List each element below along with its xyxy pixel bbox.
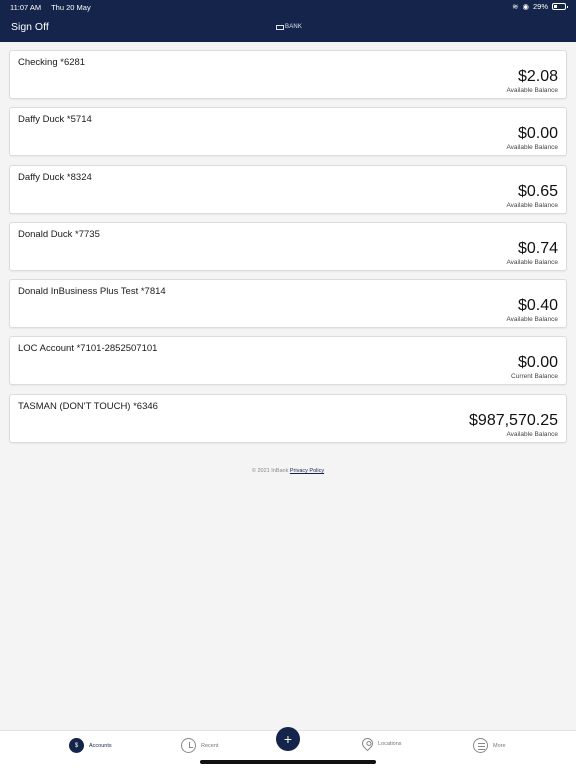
account-name: TASMAN (DON'T TOUCH) *6346 bbox=[18, 400, 158, 412]
balance-label: Available Balance bbox=[506, 201, 558, 209]
location-pin-icon bbox=[359, 735, 376, 752]
copyright-text: © 2021 InBank bbox=[251, 468, 289, 474]
balance-label: Current Balance bbox=[511, 373, 558, 381]
status-date: Thu 20 May bbox=[51, 3, 91, 12]
account-balance: $0.00 bbox=[517, 125, 558, 143]
logo-mark-icon bbox=[276, 24, 284, 30]
account-name: Checking *6281 bbox=[18, 57, 86, 68]
bank-logo: BANK bbox=[276, 24, 302, 30]
wifi-icon: ≋ bbox=[512, 2, 519, 11]
account-card[interactable]: Donald InBusiness Plus Test *7814 $0.40 … bbox=[9, 279, 567, 329]
balance-label: Available Balance bbox=[506, 430, 558, 438]
account-card[interactable]: Checking *6281 $2.08 Available Balance bbox=[9, 50, 567, 99]
tab-more[interactable]: More bbox=[473, 738, 506, 753]
app-header: 11:07 AM Thu 20 May ≋ ◉ 29% Sign Off BAN… bbox=[0, 0, 576, 42]
balance-label: Available Balance bbox=[506, 144, 558, 152]
status-time: 11:07 AM bbox=[10, 3, 42, 12]
tab-locations[interactable]: Locations bbox=[359, 735, 402, 752]
account-name: Donald Duck *7735 bbox=[18, 228, 100, 240]
account-balance: $987,570.25 bbox=[469, 411, 558, 429]
home-indicator[interactable] bbox=[200, 760, 376, 764]
page-footer: © 2021 InBank Privacy Policy bbox=[0, 468, 576, 474]
balance-label: Available Balance bbox=[506, 87, 558, 94]
add-button[interactable]: + bbox=[276, 727, 300, 751]
dollar-icon: $ bbox=[69, 738, 84, 753]
account-name: Daffy Duck *8324 bbox=[18, 171, 92, 183]
balance-label: Available Balance bbox=[506, 258, 558, 266]
account-card[interactable]: Daffy Duck *5714 $0.00 Available Balance bbox=[9, 107, 567, 157]
account-card[interactable]: Daffy Duck *8324 $0.65 Available Balance bbox=[9, 164, 567, 214]
tab-recent[interactable]: Recent bbox=[181, 738, 218, 753]
status-bar: 11:07 AM Thu 20 May bbox=[10, 3, 99, 12]
account-balance: $0.65 bbox=[517, 182, 558, 200]
menu-icon bbox=[473, 738, 488, 753]
location-icon: ◉ bbox=[522, 2, 529, 11]
account-card[interactable]: LOC Account *7101-2852507101 $0.00 Curre… bbox=[9, 336, 567, 386]
sign-off-button[interactable]: Sign Off bbox=[11, 21, 49, 33]
account-balance: $0.74 bbox=[517, 239, 558, 257]
tab-more-label: More bbox=[493, 742, 506, 749]
tab-locations-label: Locations bbox=[378, 740, 402, 747]
account-list: Checking *6281 $2.08 Available Balance D… bbox=[9, 50, 567, 451]
account-name: Daffy Duck *5714 bbox=[18, 114, 92, 126]
tab-accounts[interactable]: $ Accounts bbox=[69, 738, 112, 753]
account-name: Donald InBusiness Plus Test *7814 bbox=[18, 286, 166, 298]
battery-icon bbox=[552, 3, 568, 10]
bottom-tab-bar: $ Accounts Recent + Locations More bbox=[0, 727, 576, 768]
account-card[interactable]: Donald Duck *7735 $0.74 Available Balanc… bbox=[9, 221, 567, 271]
tab-accounts-label: Accounts bbox=[89, 742, 112, 749]
status-indicators: ≋ ◉ 29% bbox=[512, 2, 568, 11]
privacy-policy-link[interactable]: Privacy Policy bbox=[290, 468, 324, 474]
tab-recent-label: Recent bbox=[201, 742, 219, 749]
account-balance: $2.08 bbox=[517, 68, 558, 85]
logo-text: BANK bbox=[285, 24, 303, 30]
account-card[interactable]: TASMAN (DON'T TOUCH) *6346 $987,570.25 A… bbox=[9, 393, 567, 443]
account-balance: $0.40 bbox=[517, 297, 558, 315]
account-name: LOC Account *7101-2852507101 bbox=[18, 343, 158, 355]
balance-label: Available Balance bbox=[506, 316, 558, 324]
battery-percent: 29% bbox=[532, 2, 548, 11]
clock-icon bbox=[181, 738, 196, 753]
account-balance: $0.00 bbox=[517, 354, 558, 372]
